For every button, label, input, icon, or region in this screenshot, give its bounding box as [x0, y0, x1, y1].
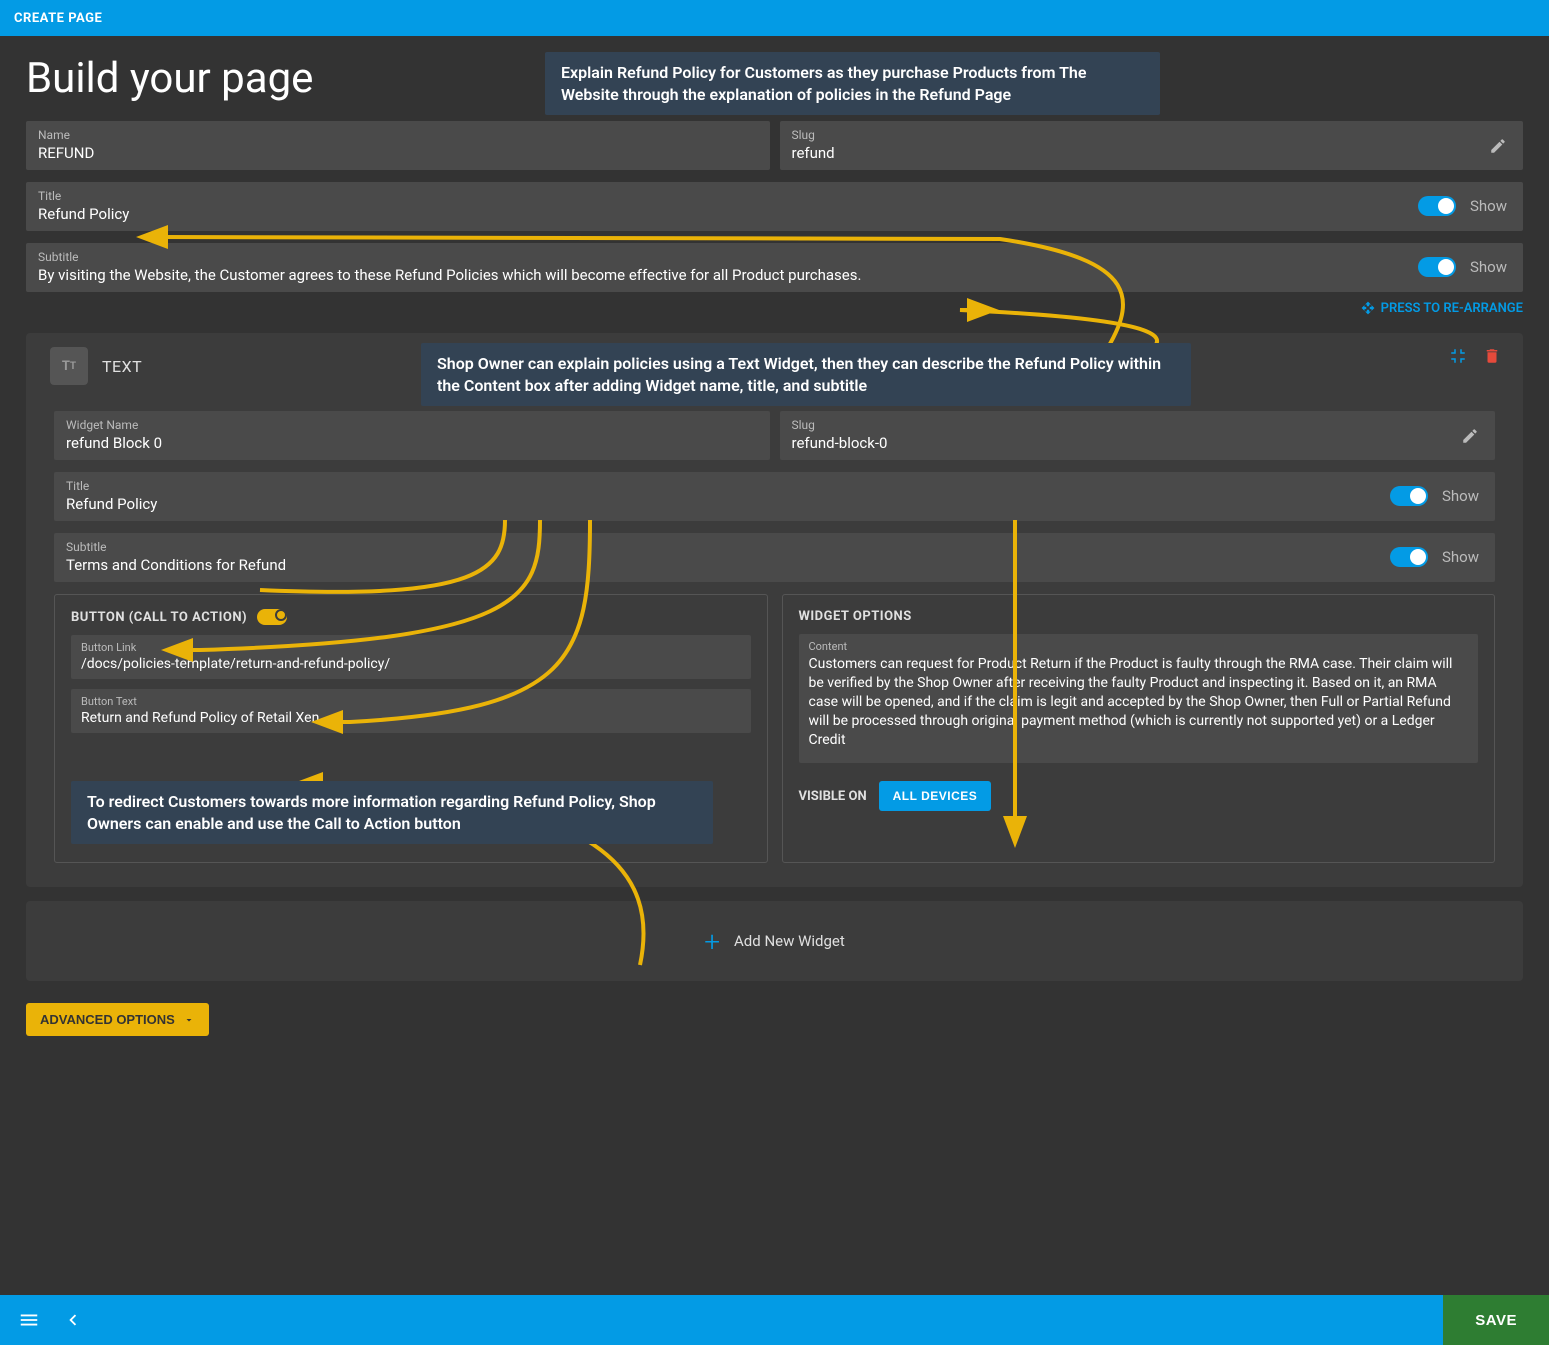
hamburger-icon[interactable] — [18, 1309, 40, 1331]
widget-slug-value: refund-block-0 — [792, 434, 1484, 452]
advanced-options-button[interactable]: ADVANCED OPTIONS — [26, 1003, 209, 1036]
back-chevron-icon[interactable] — [62, 1309, 84, 1331]
slug-value: refund — [792, 144, 1512, 162]
widget-name-value: refund Block 0 — [66, 434, 758, 452]
widget-slug-field[interactable]: Slug refund-block-0 — [780, 411, 1496, 460]
title-toggle[interactable] — [1418, 196, 1456, 216]
widget-name-field[interactable]: Widget Name refund Block 0 — [54, 411, 770, 460]
all-devices-button[interactable]: ALL DEVICES — [879, 781, 992, 811]
widget-subtitle-toggle-label: Show — [1442, 548, 1479, 566]
widget-title-toggle[interactable] — [1390, 486, 1428, 506]
content-label: Content — [809, 640, 1469, 653]
cta-panel-title: BUTTON (CALL TO ACTION) — [71, 609, 751, 625]
widget-title-field[interactable]: Title Refund Policy Show — [54, 472, 1495, 521]
widget-subtitle-value: Terms and Conditions for Refund — [66, 556, 1390, 574]
subtitle-label: Subtitle — [38, 250, 1418, 264]
widget-subtitle-label: Subtitle — [66, 540, 1390, 554]
button-link-field[interactable]: Button Link /docs/policies-template/retu… — [71, 635, 751, 679]
callout-text-widget: Shop Owner can explain policies using a … — [421, 343, 1191, 406]
callout-refund-explain: Explain Refund Policy for Customers as t… — [545, 52, 1160, 115]
rearrange-link[interactable]: PRESS TO RE-ARRANGE — [1361, 301, 1523, 316]
button-text-label: Button Text — [81, 695, 741, 708]
widget-title-toggle-label: Show — [1442, 487, 1479, 505]
save-button[interactable]: SAVE — [1443, 1295, 1549, 1345]
pencil-icon[interactable] — [1489, 137, 1507, 155]
rearrange-row: PRESS TO RE-ARRANGE — [0, 292, 1549, 319]
text-widget-icon: TT — [50, 347, 88, 385]
plus-icon: + — [704, 925, 720, 958]
top-bar-label: CREATE PAGE — [14, 11, 102, 26]
trash-icon[interactable] — [1483, 347, 1501, 365]
bottom-bar: SAVE — [0, 1295, 1549, 1345]
name-field[interactable]: Name REFUND — [26, 121, 770, 170]
content-field[interactable]: Content Customers can request for Produc… — [799, 634, 1479, 763]
subtitle-row: Subtitle By visiting the Website, the Cu… — [0, 243, 1549, 292]
title-row: Title Refund Policy Show — [0, 182, 1549, 231]
add-widget-label: Add New Widget — [734, 932, 845, 950]
pencil-icon[interactable] — [1461, 427, 1479, 445]
widget-type-label: TEXT — [102, 357, 142, 376]
button-text-value: Return and Refund Policy of Retail Xen — [81, 710, 741, 726]
button-link-value: /docs/policies-template/return-and-refun… — [81, 656, 741, 672]
options-panel-title: WIDGET OPTIONS — [799, 609, 1479, 624]
subtitle-field[interactable]: Subtitle By visiting the Website, the Cu… — [26, 243, 1523, 292]
add-widget-button[interactable]: + Add New Widget — [26, 901, 1523, 981]
cta-panel: BUTTON (CALL TO ACTION) Button Link /doc… — [54, 594, 768, 863]
chevron-down-icon — [183, 1014, 195, 1026]
callout-cta: To redirect Customers towards more infor… — [71, 781, 713, 844]
name-label: Name — [38, 128, 758, 142]
minimize-icon[interactable] — [1449, 347, 1467, 365]
top-bar: CREATE PAGE — [0, 0, 1549, 36]
subtitle-value: By visiting the Website, the Customer ag… — [38, 266, 1418, 284]
name-value: REFUND — [38, 144, 758, 162]
cta-header-label: BUTTON (CALL TO ACTION) — [71, 610, 247, 625]
two-panel: BUTTON (CALL TO ACTION) Button Link /doc… — [54, 594, 1495, 863]
button-link-label: Button Link — [81, 641, 741, 654]
widget-subtitle-toggle[interactable] — [1390, 547, 1428, 567]
content-value: Customers can request for Product Return… — [809, 655, 1469, 755]
title-toggle-label: Show — [1470, 197, 1507, 215]
advanced-options-label: ADVANCED OPTIONS — [40, 1012, 175, 1027]
widget-actions — [1449, 347, 1501, 365]
widget-title-label: Title — [66, 479, 1390, 493]
widget-title-value: Refund Policy — [66, 495, 1390, 513]
widget-body: Widget Name refund Block 0 Slug refund-b… — [40, 411, 1509, 863]
title-value: Refund Policy — [38, 205, 1418, 223]
slug-field[interactable]: Slug refund — [780, 121, 1524, 170]
advanced-options-row: ADVANCED OPTIONS — [26, 1003, 1549, 1036]
visible-on-label: VISIBLE ON — [799, 789, 867, 804]
slug-label: Slug — [792, 128, 1512, 142]
widget-subtitle-field[interactable]: Subtitle Terms and Conditions for Refund… — [54, 533, 1495, 582]
move-icon — [1361, 301, 1375, 315]
widget-area: TT TEXT Shop Owner can explain policies … — [26, 333, 1523, 887]
subtitle-toggle[interactable] — [1418, 257, 1456, 277]
name-slug-row: Name REFUND Slug refund — [0, 121, 1549, 170]
subtitle-toggle-label: Show — [1470, 258, 1507, 276]
options-panel: WIDGET OPTIONS Content Customers can req… — [782, 594, 1496, 863]
title-field[interactable]: Title Refund Policy Show — [26, 182, 1523, 231]
rearrange-label: PRESS TO RE-ARRANGE — [1381, 301, 1523, 316]
title-label: Title — [38, 189, 1418, 203]
widget-slug-label: Slug — [792, 418, 1484, 432]
page-title: Build your page — [26, 54, 313, 103]
widget-name-label: Widget Name — [66, 418, 758, 432]
visible-on-row: VISIBLE ON ALL DEVICES — [799, 781, 1479, 811]
cta-toggle[interactable] — [257, 609, 287, 625]
button-text-field[interactable]: Button Text Return and Refund Policy of … — [71, 689, 751, 733]
